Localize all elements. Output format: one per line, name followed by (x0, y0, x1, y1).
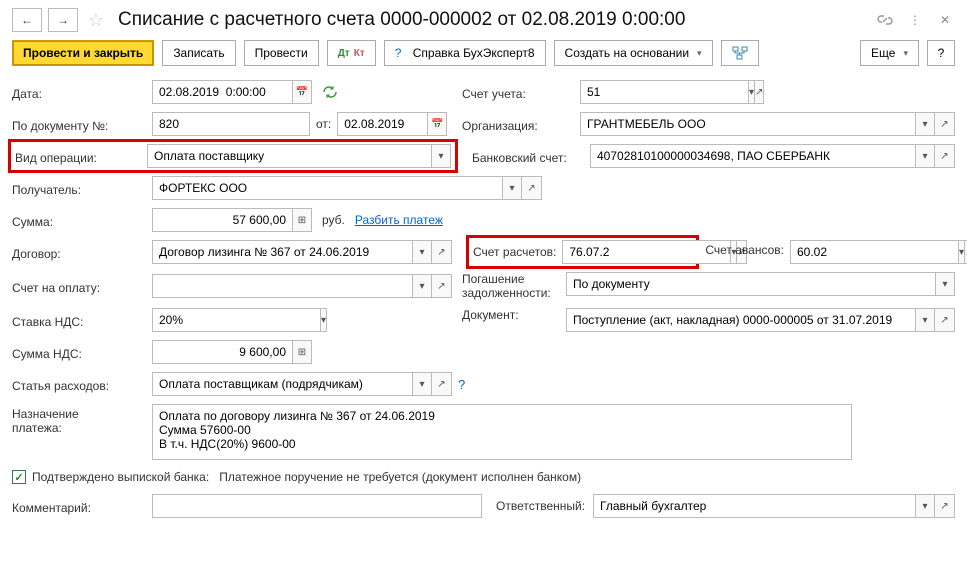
invoice-input[interactable] (152, 274, 412, 298)
open-icon[interactable]: ↗ (935, 144, 955, 168)
from-label: от: (316, 117, 331, 131)
open-icon[interactable]: ↗ (522, 176, 542, 200)
dropdown-icon[interactable]: ▾ (915, 308, 935, 332)
responsible-input[interactable] (593, 494, 915, 518)
post-button[interactable]: Провести (244, 40, 319, 66)
document-label: Документ: (462, 308, 566, 332)
more-button[interactable]: Еще (860, 40, 919, 66)
create-on-basis-button[interactable]: Создать на основании (554, 40, 713, 66)
account-input[interactable] (580, 80, 748, 104)
contract-input[interactable] (152, 240, 412, 264)
favorite-icon[interactable]: ☆ (84, 8, 108, 32)
advance-input[interactable] (790, 240, 958, 264)
refresh-icon[interactable] (318, 80, 342, 104)
org-label: Организация: (462, 116, 580, 133)
comment-label: Комментарий: (12, 498, 152, 515)
expense-input[interactable] (152, 372, 412, 396)
recipient-label: Получатель: (12, 180, 152, 197)
dropdown-icon[interactable]: ▾ (935, 272, 955, 296)
nav-back-button[interactable]: ← (12, 8, 42, 32)
expense-label: Статья расходов: (12, 376, 152, 393)
currency-label: руб. (322, 213, 345, 227)
dropdown-icon[interactable]: ▾ (958, 240, 965, 264)
docno-input[interactable] (152, 112, 310, 136)
nav-forward-button[interactable]: → (48, 8, 78, 32)
help-button[interactable]: ? Справка БухЭксперт8 (384, 40, 546, 66)
recipient-input[interactable] (152, 176, 502, 200)
link-icon[interactable] (875, 10, 895, 30)
purpose-label: Назначениеплатежа: (12, 404, 152, 435)
calculator-icon[interactable]: ⊞ (292, 340, 312, 364)
docno-label: По документу №: (12, 116, 152, 133)
dt-kt-button[interactable]: ДтКт (327, 40, 376, 66)
open-icon[interactable]: ↗ (432, 274, 452, 298)
dropdown-icon[interactable]: ▾ (412, 274, 432, 298)
confirmed-label: Подтверждено выпиской банка: (32, 470, 209, 484)
vatrate-label: Ставка НДС: (12, 312, 152, 329)
page-title: Списание с расчетного счета 0000-000002 … (118, 9, 869, 31)
contract-label: Договор: (12, 244, 152, 261)
open-icon[interactable]: ↗ (935, 494, 955, 518)
more-icon[interactable]: ⋮ (905, 10, 925, 30)
dropdown-icon[interactable]: ▾ (915, 494, 935, 518)
dropdown-icon[interactable]: ▾ (320, 308, 327, 332)
account-label: Счет учета: (462, 84, 580, 101)
open-icon[interactable]: ↗ (755, 80, 764, 104)
vatrate-input[interactable] (152, 308, 320, 332)
dropdown-icon[interactable]: ▾ (412, 240, 432, 264)
amount-input[interactable] (152, 208, 292, 232)
dropdown-icon[interactable]: ▾ (412, 372, 432, 396)
amount-label: Сумма: (12, 212, 152, 229)
org-input[interactable] (580, 112, 915, 136)
dropdown-icon[interactable]: ▾ (748, 80, 755, 104)
calculator-icon[interactable]: ⊞ (292, 208, 312, 232)
bank-confirmed-checkbox[interactable]: ✓ (12, 470, 26, 484)
calendar-icon[interactable]: 📅 (427, 112, 447, 136)
comment-input[interactable] (152, 494, 482, 518)
payorder-text: Платежное поручение не требуется (докуме… (219, 470, 581, 484)
post-and-close-button[interactable]: Провести и закрыть (12, 40, 154, 66)
dropdown-icon[interactable]: ▾ (431, 144, 451, 168)
split-payment-link[interactable]: Разбить платеж (355, 213, 443, 227)
bank-label: Банковский счет: (472, 148, 590, 165)
save-button[interactable]: Записать (162, 40, 235, 66)
debt-label: Погашениезадолженности: (462, 272, 566, 300)
debt-input[interactable] (566, 272, 935, 296)
responsible-label: Ответственный: (496, 499, 585, 513)
vatsum-input[interactable] (152, 340, 292, 364)
advance-label: Счет авансов: (705, 243, 784, 257)
date-label: Дата: (12, 84, 152, 101)
invoice-label: Счет на оплату: (12, 278, 152, 295)
vatsum-label: Сумма НДС: (12, 344, 152, 361)
date-input[interactable] (152, 80, 292, 104)
bank-input[interactable] (590, 144, 915, 168)
open-icon[interactable]: ↗ (935, 112, 955, 136)
open-icon[interactable]: ↗ (935, 308, 955, 332)
open-icon[interactable]: ↗ (432, 372, 452, 396)
dropdown-icon[interactable]: ▾ (502, 176, 522, 200)
calendar-icon[interactable]: 📅 (292, 80, 312, 104)
structure-button[interactable] (721, 40, 759, 66)
help-icon[interactable]: ? (458, 377, 465, 392)
help-icon-button[interactable]: ? (927, 40, 955, 66)
purpose-textarea[interactable] (152, 404, 852, 460)
dropdown-icon[interactable]: ▾ (915, 144, 935, 168)
optype-input[interactable] (147, 144, 431, 168)
settle-label: Счет расчетов: (473, 245, 556, 259)
optype-label: Вид операции: (15, 148, 147, 165)
open-icon[interactable]: ↗ (432, 240, 452, 264)
close-icon[interactable]: ✕ (935, 10, 955, 30)
document-input[interactable] (566, 308, 915, 332)
docdate-input[interactable] (337, 112, 427, 136)
dropdown-icon[interactable]: ▾ (915, 112, 935, 136)
